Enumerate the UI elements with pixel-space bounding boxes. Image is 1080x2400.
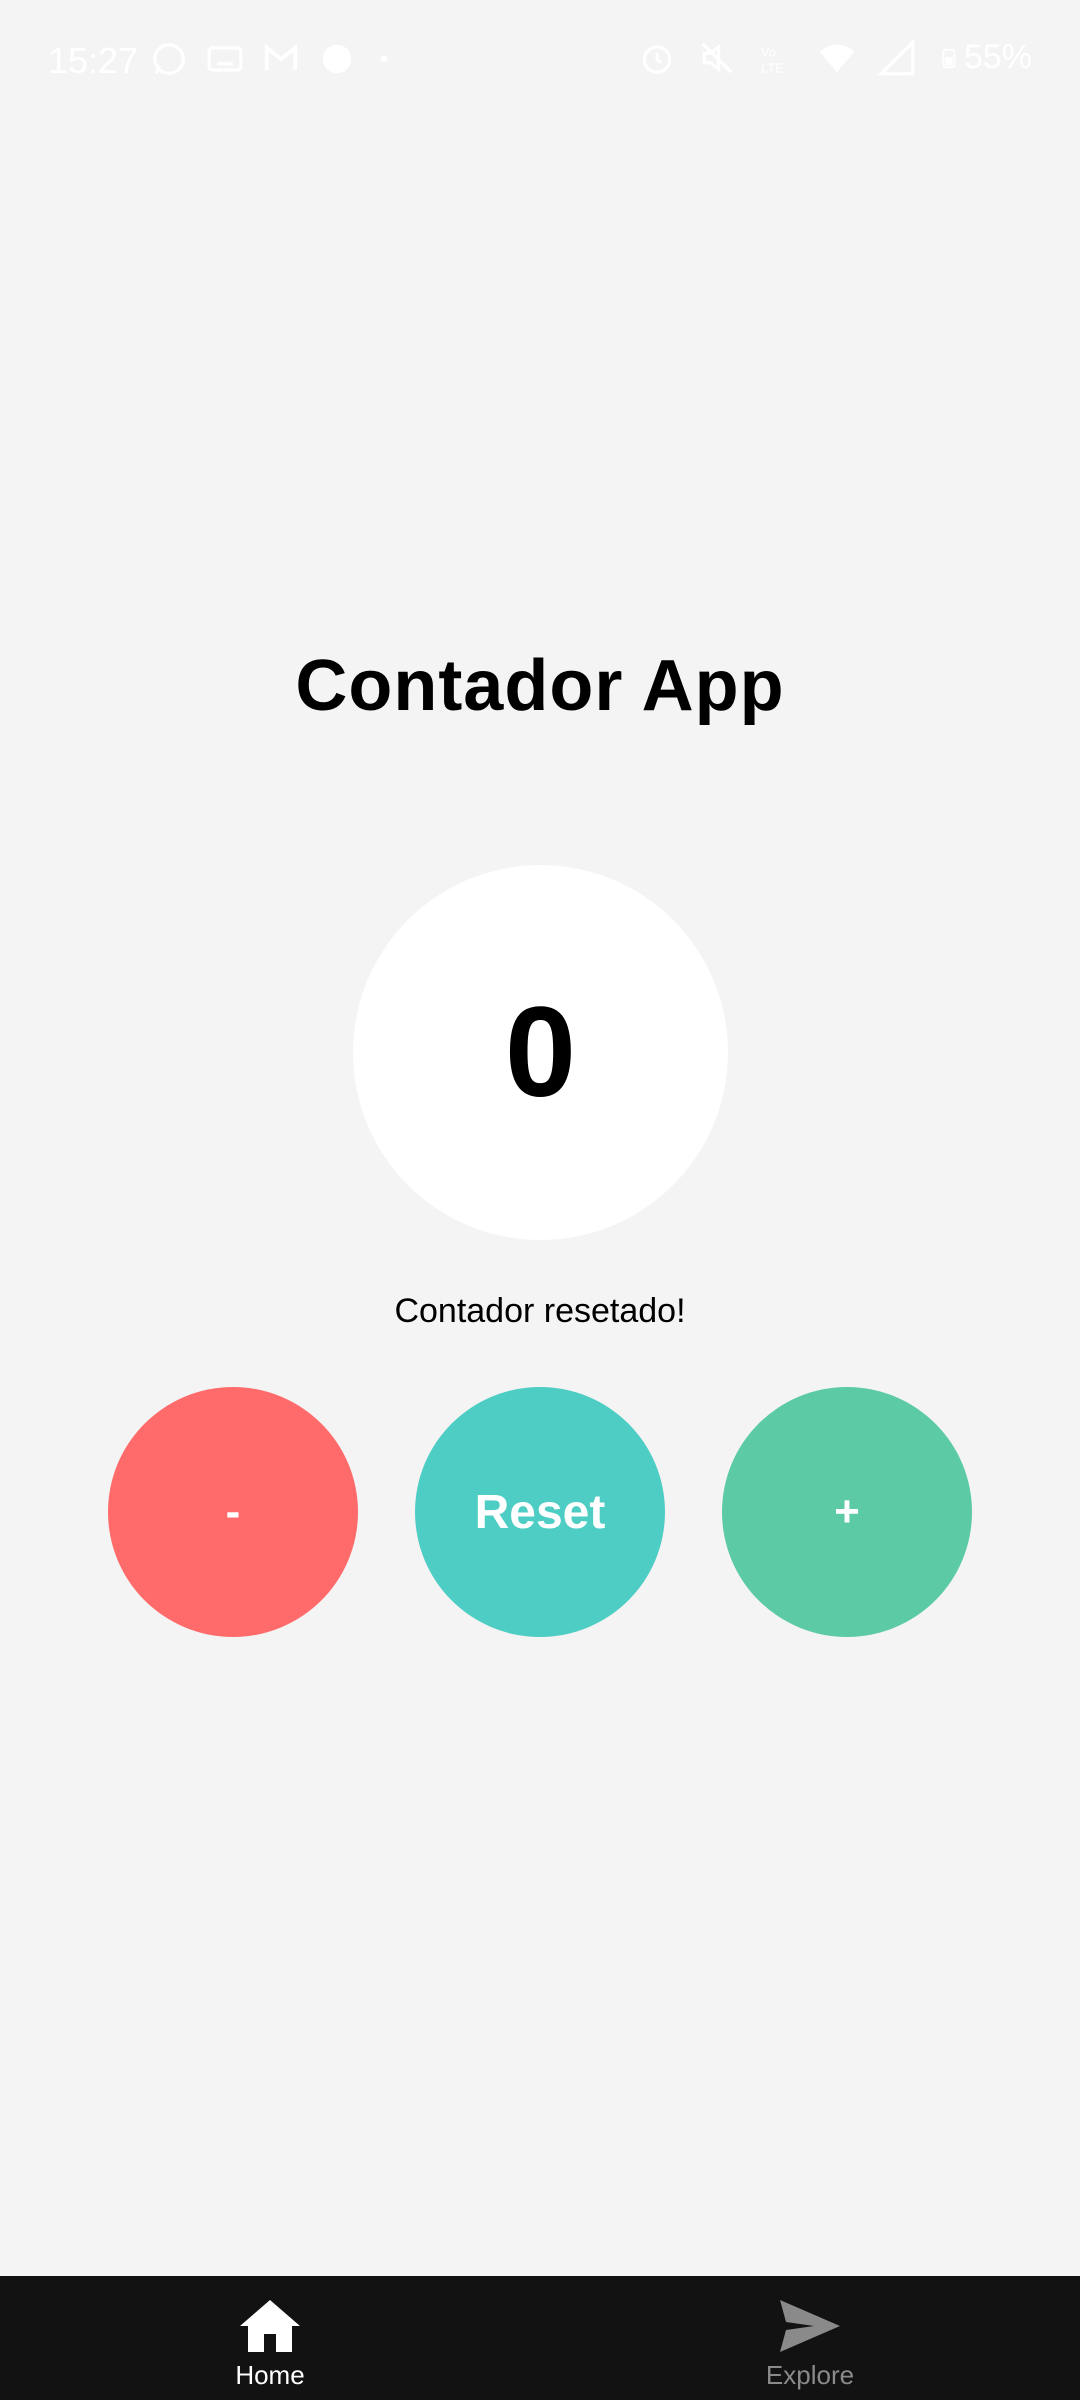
status-message: Contador resetado! (394, 1292, 686, 1330)
counter-value: 0 (504, 981, 577, 1124)
nav-item-home[interactable]: Home (0, 2276, 540, 2400)
battery-icon (942, 48, 956, 68)
svg-text:LTE: LTE (761, 61, 783, 75)
increment-button[interactable]: + (722, 1387, 972, 1637)
reset-button[interactable]: Reset (415, 1387, 665, 1637)
signal-icon (877, 38, 915, 75)
bottom-navigation: Home Explore (0, 2276, 1080, 2400)
status-right-icons: Vo LTE 55% (638, 38, 1032, 77)
wifi-icon (819, 44, 855, 72)
home-icon (240, 2300, 300, 2352)
nav-item-explore[interactable]: Explore (540, 2276, 1080, 2400)
status-time: 15:27 (48, 40, 139, 81)
status-bar: 15:27 Vo LTE 55% (0, 0, 1080, 124)
volte-icon: Vo LTE (761, 45, 783, 75)
battery-percentage: 55% (963, 38, 1032, 76)
send-icon (780, 2300, 840, 2352)
dot-icon (380, 55, 388, 63)
keyboard-icon (207, 46, 243, 72)
battery-group: 55% (938, 38, 1032, 77)
gmail-icon (264, 43, 298, 71)
mute-icon (701, 42, 733, 73)
counter-display: 0 (353, 865, 728, 1240)
decrement-button[interactable]: - (108, 1387, 358, 1637)
status-left-icons (150, 40, 394, 78)
globe-icon (322, 44, 352, 74)
whatsapp-icon (153, 43, 185, 75)
page-title: Contador App (295, 646, 785, 726)
nav-label-home: Home (235, 2360, 305, 2390)
nav-label-explore: Explore (765, 2360, 855, 2390)
alarm-icon (642, 44, 672, 74)
svg-text:Vo: Vo (761, 45, 776, 59)
